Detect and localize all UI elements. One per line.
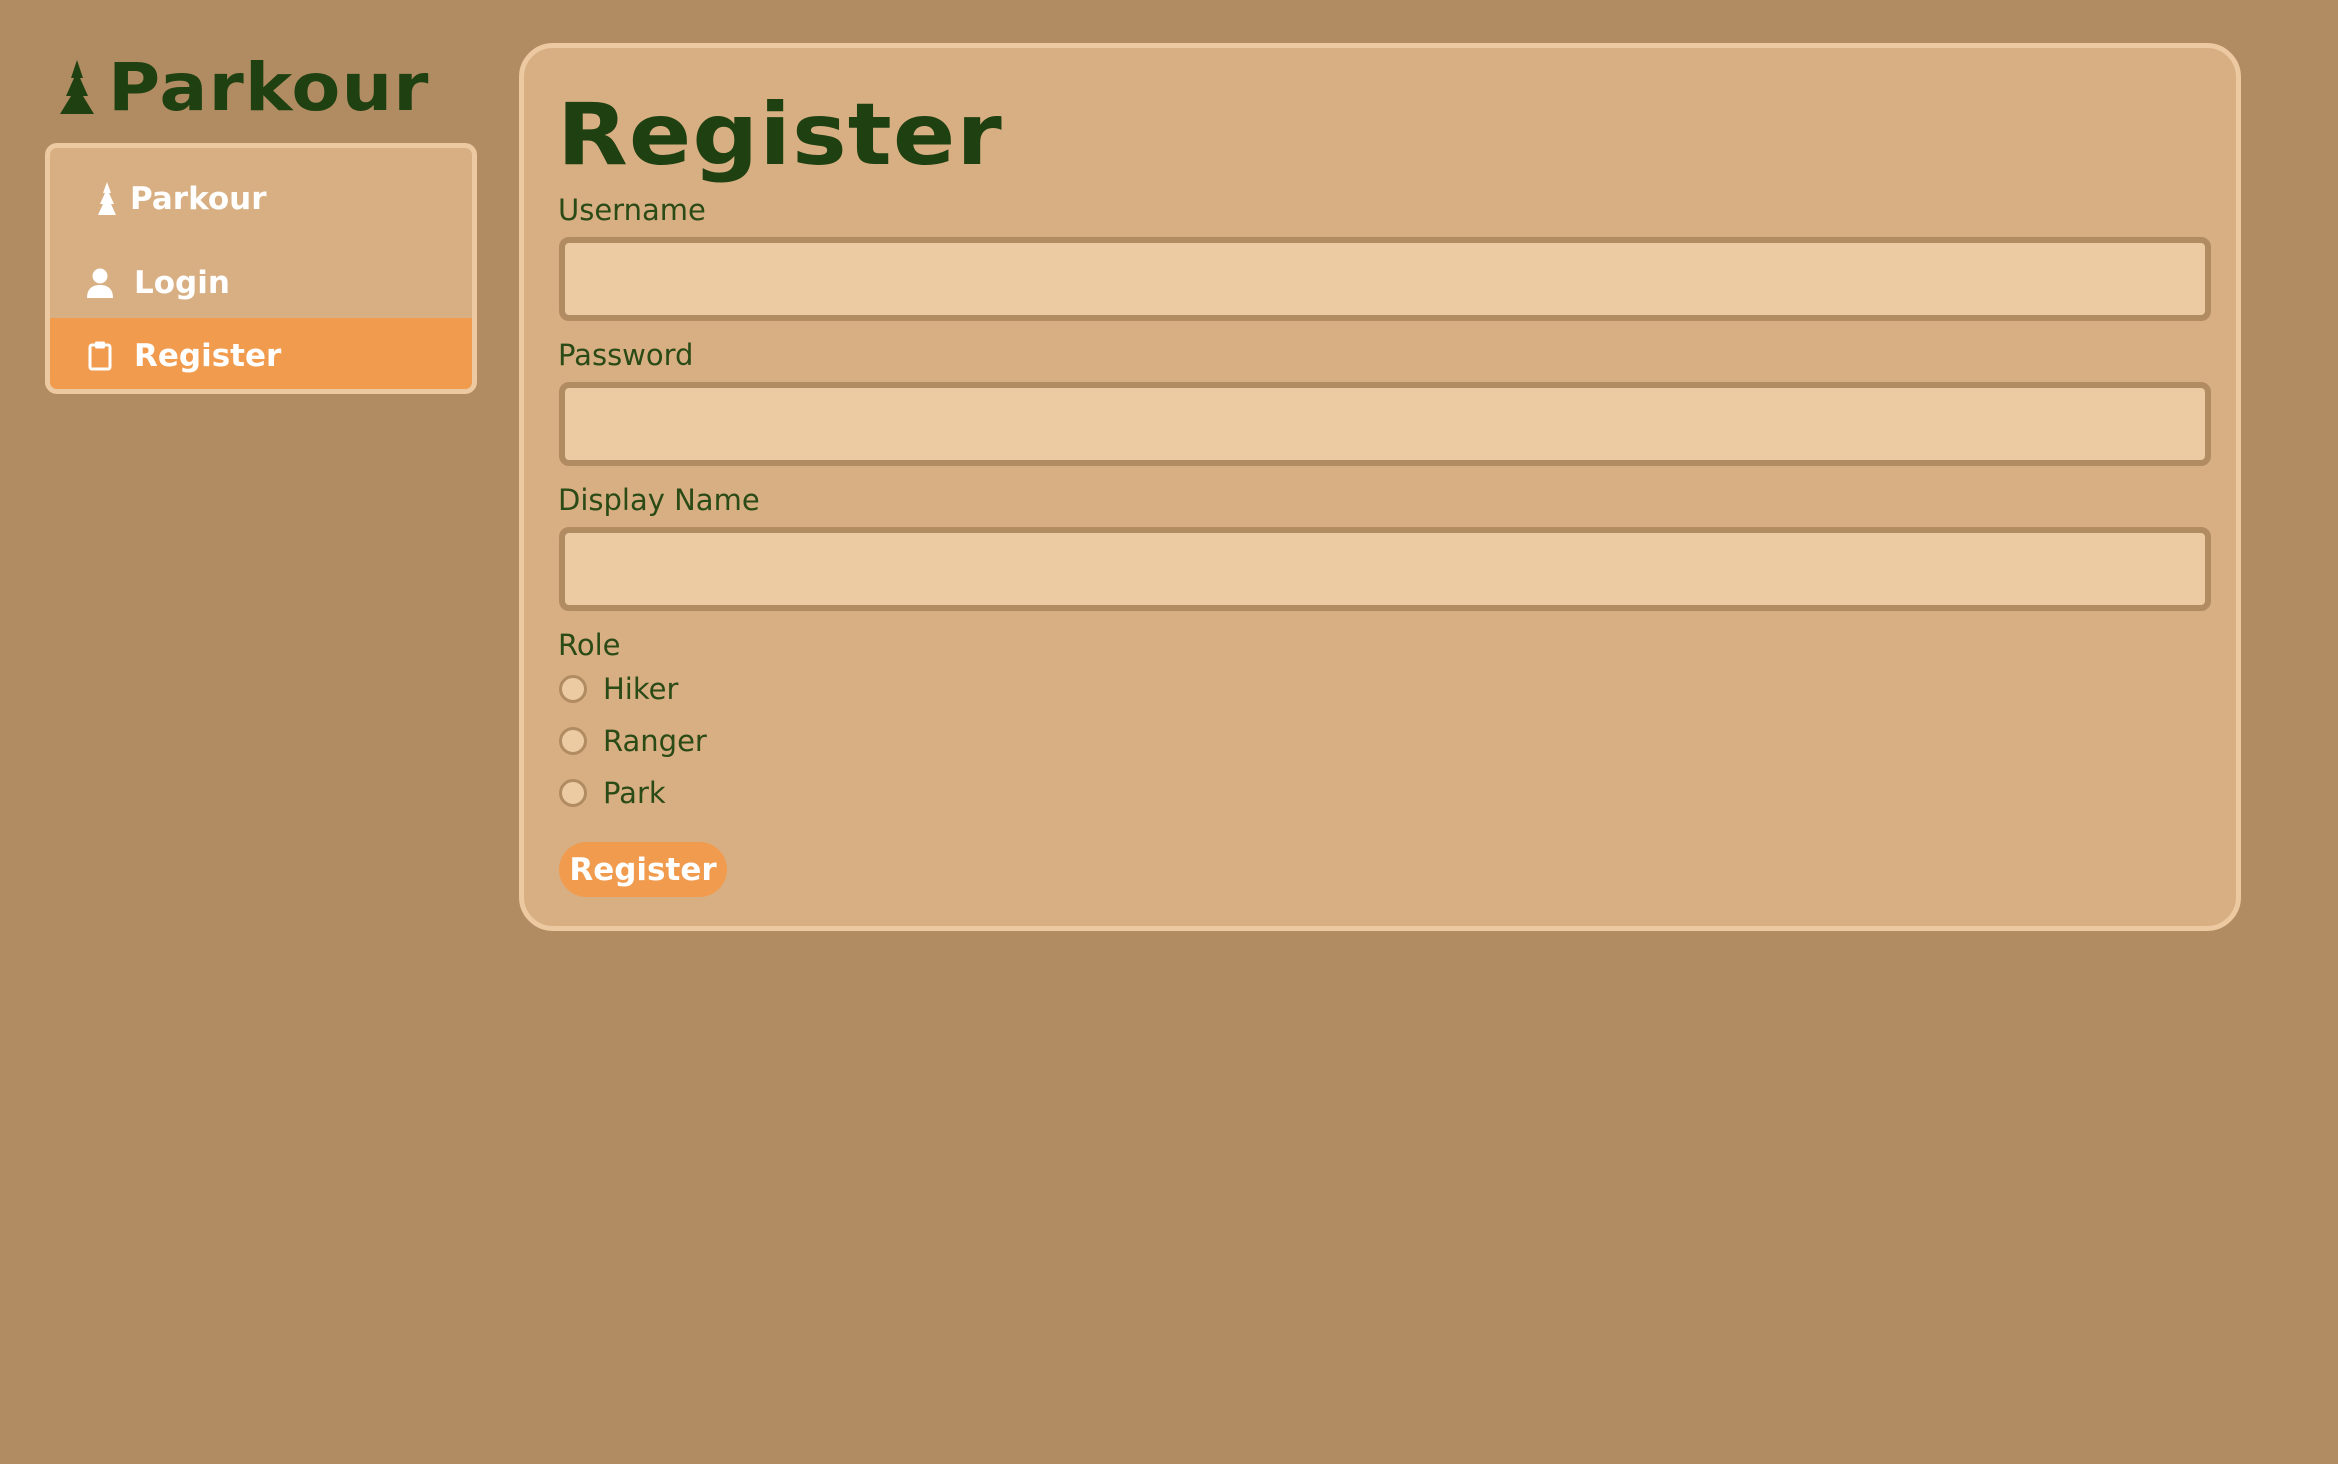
radio-label: Ranger xyxy=(603,724,707,758)
sidebar-item-label: Parkour xyxy=(130,181,267,217)
password-label: Password xyxy=(558,338,694,372)
display-name-field[interactable] xyxy=(559,527,2211,611)
role-option-hiker[interactable]: Hiker xyxy=(559,672,678,706)
sidebar-nav: Parkour Login Register xyxy=(45,143,477,394)
role-label: Role xyxy=(558,628,621,662)
radio-button[interactable] xyxy=(559,779,587,807)
display-name-label: Display Name xyxy=(558,483,760,517)
role-option-ranger[interactable]: Ranger xyxy=(559,724,707,758)
tree-icon xyxy=(94,182,120,216)
radio-label: Hiker xyxy=(603,672,679,706)
username-label: Username xyxy=(558,193,706,227)
radio-button[interactable] xyxy=(559,675,587,703)
register-card: Register Username Password Display Name … xyxy=(519,43,2241,931)
sidebar-item-login[interactable]: Login xyxy=(50,253,472,313)
tree-icon xyxy=(60,60,94,116)
sidebar-item-label: Register xyxy=(134,338,282,374)
user-icon xyxy=(85,268,115,298)
username-field[interactable] xyxy=(559,237,2211,321)
password-field[interactable] xyxy=(559,382,2211,466)
sidebar-item-register[interactable]: Register xyxy=(50,318,472,389)
role-option-park[interactable]: Park xyxy=(559,776,666,810)
register-button[interactable]: Register xyxy=(559,842,727,897)
sidebar-item-label: Login xyxy=(134,265,230,301)
clipboard-icon xyxy=(85,341,115,371)
brand-header: Parkour xyxy=(60,52,428,124)
page-title: Register xyxy=(557,85,1003,185)
radio-button[interactable] xyxy=(559,727,587,755)
brand-title: Parkour xyxy=(108,49,430,126)
sidebar-item-parkour[interactable]: Parkour xyxy=(50,174,472,224)
radio-label: Park xyxy=(603,776,666,810)
